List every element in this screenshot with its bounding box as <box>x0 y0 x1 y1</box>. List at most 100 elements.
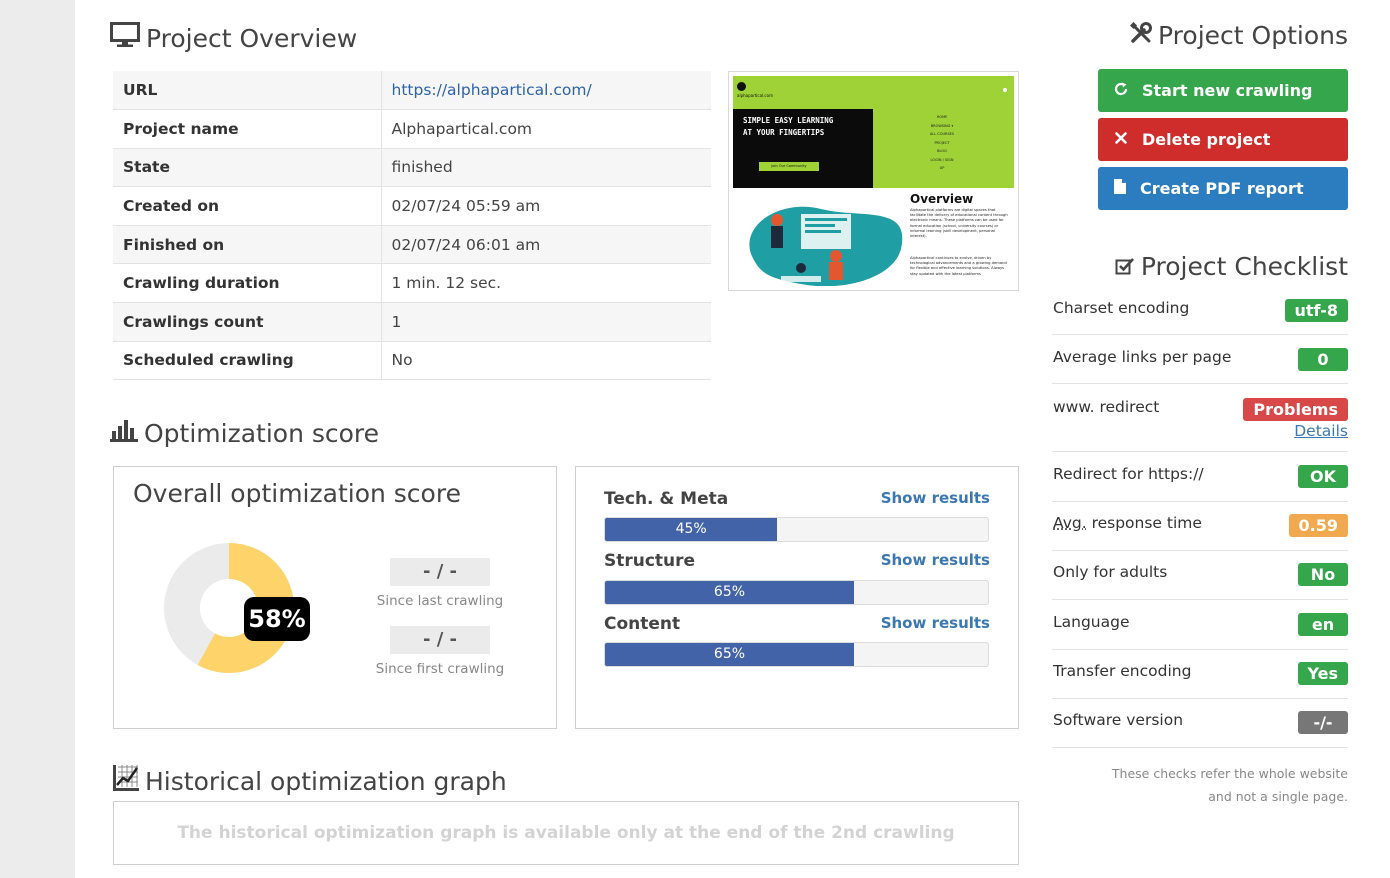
historical-graph-heading: Historical optimization graph <box>113 765 507 797</box>
table-row: Crawling duration 1 min. 12 sec. <box>113 263 711 304</box>
tools-icon <box>1130 21 1153 50</box>
checklist-item-adults: Only for adults No <box>1052 563 1348 600</box>
progress-bar: 65% <box>604 580 989 605</box>
monitor-icon <box>110 22 140 54</box>
status-badge: Problems <box>1243 398 1348 421</box>
thumbnail-cta: Join Our Community <box>759 162 819 171</box>
table-row: Scheduled crawling No <box>113 341 711 381</box>
category-tech-meta: Tech. & Meta Show results 45% <box>604 489 990 542</box>
check-label: Redirect for https:// <box>1053 465 1204 483</box>
row-value: Alphapartical.com <box>381 109 711 149</box>
row-value: finished <box>381 148 711 188</box>
progress-bar: 45% <box>604 517 989 542</box>
check-label: Only for adults <box>1053 563 1168 581</box>
check-label: Transfer encoding <box>1053 662 1192 680</box>
historical-graph-title: Historical optimization graph <box>145 766 507 796</box>
overview-table: URL https://alphapartical.com/ Project n… <box>113 71 711 381</box>
thumbnail-paragraph-1: Alphapartical platforms are digital spac… <box>910 208 1008 239</box>
start-crawling-button[interactable]: Start new crawling <box>1098 69 1348 112</box>
optimization-score-title: Optimization score <box>144 418 380 448</box>
table-row: Created on 02/07/24 05:59 am <box>113 186 711 226</box>
row-value: 1 min. 12 sec. <box>381 263 711 304</box>
check-label: Average links per page <box>1053 348 1232 366</box>
optimization-score-heading: Optimization score <box>110 418 379 448</box>
table-row: Finished on 02/07/24 06:01 am <box>113 225 711 265</box>
check-label: Avg. response time <box>1053 514 1202 532</box>
line-chart-icon <box>113 765 139 797</box>
status-badge: utf-8 <box>1284 299 1348 322</box>
refresh-icon <box>1114 81 1128 100</box>
row-label: Crawlings count <box>113 302 382 342</box>
create-pdf-label: Create PDF report <box>1140 179 1304 198</box>
category-structure: Structure Show results 65% <box>604 551 990 605</box>
create-pdf-button[interactable]: Create PDF report <box>1098 167 1348 210</box>
row-value: No <box>381 341 711 381</box>
project-options-heading: Project Options <box>1130 21 1348 50</box>
category-content: Content Show results 65% <box>604 614 990 667</box>
status-badge: 0.59 <box>1288 514 1348 537</box>
abbreviation[interactable]: Avg. <box>1053 514 1087 532</box>
status-badge: OK <box>1298 465 1348 488</box>
table-row: State finished <box>113 148 711 188</box>
thumbnail-logo-text: alphapartical.com <box>737 93 773 98</box>
since-first-value: - / - <box>390 626 490 654</box>
row-label: URL <box>113 71 382 111</box>
project-overview-heading: Project Overview <box>110 22 357 54</box>
main-content: Project Overview URL https://alphapartic… <box>75 0 1390 878</box>
project-url-link[interactable]: https://alphapartical.com/ <box>392 81 592 99</box>
checklist-item-response-time: Avg. response time 0.59 <box>1052 514 1348 551</box>
thumbnail-section-title: Overview <box>910 192 974 206</box>
checklist-item-transfer-encoding: Transfer encoding Yes <box>1052 662 1348 699</box>
checklist-item-avg-links: Average links per page 0 <box>1052 348 1348 384</box>
row-value: 1 <box>381 302 711 342</box>
since-first-label: Since first crawling <box>375 661 505 677</box>
checklist-item-charset: Charset encoding utf-8 <box>1052 299 1348 335</box>
row-label: Finished on <box>113 225 382 265</box>
row-label: Scheduled crawling <box>113 341 382 381</box>
overall-score-panel: Overall optimization score 58% - / - Sin… <box>113 466 557 729</box>
thumbnail-dot-icon <box>1003 88 1007 92</box>
checked-box-icon <box>1115 252 1135 281</box>
checklist-item-software-version: Software version -/- <box>1052 711 1348 748</box>
thumbnail-hero-line2: AT YOUR FINGERTIPS <box>743 128 825 137</box>
project-options-title: Project Options <box>1158 21 1348 50</box>
thumbnail-image: alphapartical.com SIMPLE EASY LEARNING A… <box>733 76 1014 286</box>
thumbnail-paragraph-2: Alphapartical continues to evolve, drive… <box>910 256 1007 276</box>
status-badge: No <box>1298 563 1348 586</box>
row-label: Project name <box>113 109 382 149</box>
row-label: Created on <box>113 186 382 226</box>
delete-project-button[interactable]: Delete project <box>1098 118 1348 161</box>
close-icon <box>1114 130 1128 149</box>
start-crawling-label: Start new crawling <box>1142 81 1313 100</box>
overall-score-title: Overall optimization score <box>133 479 461 508</box>
since-last-label: Since last crawling <box>376 593 504 609</box>
show-results-link[interactable]: Show results <box>881 489 990 507</box>
check-label: Charset encoding <box>1053 299 1190 317</box>
thumbnail-logo-icon <box>737 82 746 91</box>
details-link[interactable]: Details <box>1294 422 1348 440</box>
overall-score-value: 58% <box>244 597 310 641</box>
project-overview-title: Project Overview <box>146 23 358 53</box>
category-scores-panel: Tech. & Meta Show results 45% Structure … <box>575 466 1019 729</box>
status-badge: -/- <box>1298 711 1348 734</box>
checklist-item-www-redirect: www. redirect Problems Details <box>1052 398 1348 452</box>
progress-bar: 65% <box>604 642 989 667</box>
bar-chart-icon <box>110 418 138 448</box>
thumbnail-illustration <box>749 206 903 286</box>
show-results-link[interactable]: Show results <box>881 551 990 569</box>
progress-bar-fill: 45% <box>605 518 778 541</box>
file-icon <box>1114 179 1126 198</box>
status-badge: Yes <box>1297 662 1348 685</box>
website-thumbnail[interactable]: alphapartical.com SIMPLE EASY LEARNING A… <box>728 71 1019 291</box>
show-results-link[interactable]: Show results <box>881 614 990 632</box>
since-last-value: - / - <box>390 558 490 586</box>
project-checklist-heading: Project Checklist <box>1115 252 1348 281</box>
table-row: Project name Alphapartical.com <box>113 109 711 149</box>
progress-bar-fill: 65% <box>605 581 854 604</box>
row-label: Crawling duration <box>113 263 382 304</box>
checklist-item-language: Language en <box>1052 613 1348 650</box>
project-checklist-title: Project Checklist <box>1140 252 1348 281</box>
historical-graph-placeholder: The historical optimization graph is ava… <box>113 801 1019 865</box>
status-badge: 0 <box>1298 348 1348 371</box>
table-row: Crawlings count 1 <box>113 302 711 342</box>
